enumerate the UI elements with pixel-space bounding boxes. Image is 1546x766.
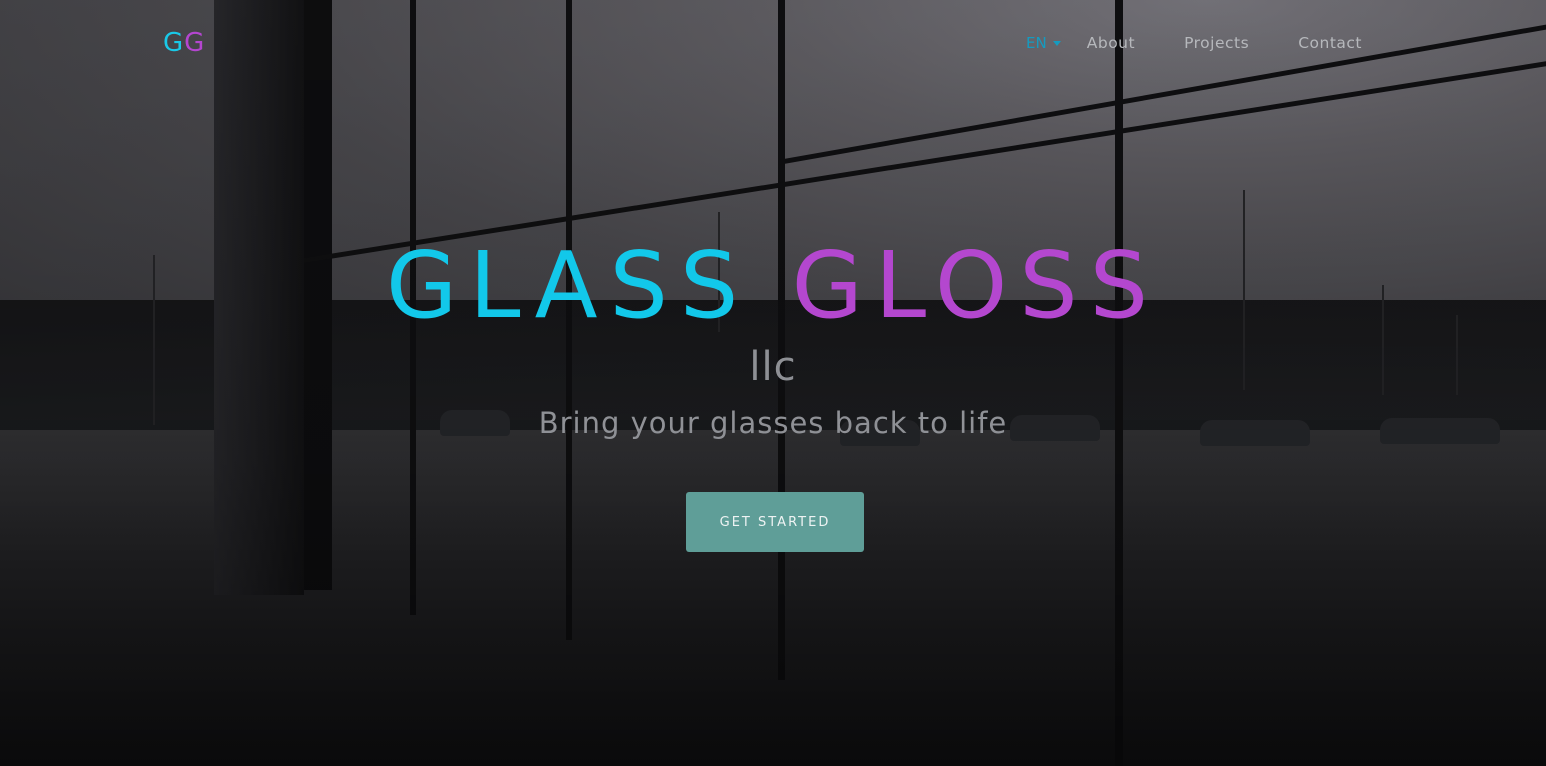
hero-title: GLASS GLOSS bbox=[0, 236, 1546, 336]
logo-letter-1: G bbox=[163, 28, 185, 58]
top-navigation: EN About Projects Contact bbox=[1026, 34, 1362, 52]
hero-tagline: Bring your glasses back to life bbox=[538, 406, 1008, 440]
nav-link-about[interactable]: About bbox=[1087, 34, 1135, 52]
get-started-button[interactable]: GET STARTED bbox=[686, 492, 864, 552]
chevron-down-icon bbox=[1052, 40, 1061, 46]
language-label: EN bbox=[1026, 34, 1047, 52]
logo[interactable]: GG bbox=[163, 28, 205, 58]
hero-title-word-1: GLASS bbox=[385, 232, 751, 339]
logo-letter-2: G bbox=[184, 28, 206, 58]
hero-title-word-2: GLOSS bbox=[791, 232, 1161, 339]
nav-link-projects[interactable]: Projects bbox=[1184, 34, 1249, 52]
nav-link-contact[interactable]: Contact bbox=[1298, 34, 1362, 52]
language-selector[interactable]: EN bbox=[1026, 34, 1061, 52]
hero-section: GG EN About Projects Contact GLASS GLOSS… bbox=[0, 0, 1546, 766]
hero-subtitle: llc bbox=[749, 344, 797, 390]
